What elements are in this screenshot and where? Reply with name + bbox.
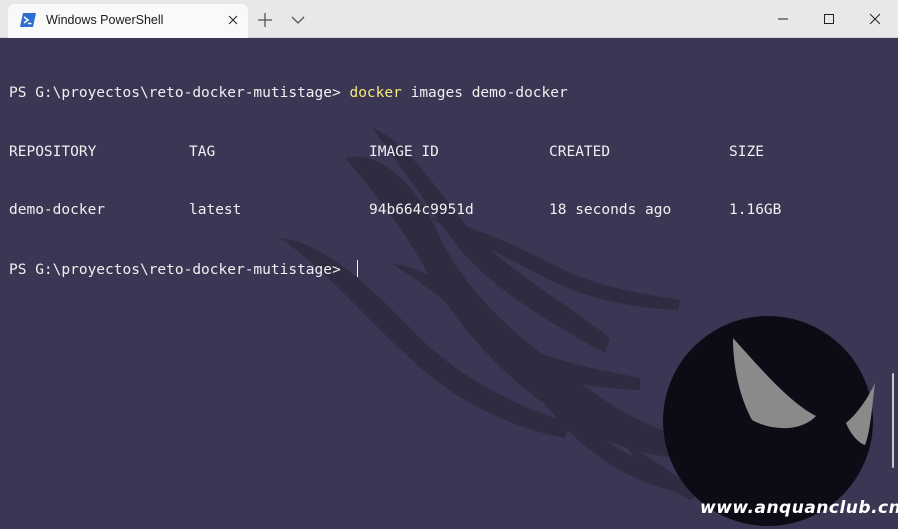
tab-close-icon[interactable] xyxy=(226,13,240,27)
command-args: images demo-docker xyxy=(401,85,568,101)
scrollbar[interactable] xyxy=(892,373,894,468)
minimize-button[interactable] xyxy=(760,0,806,38)
table-row: demo-docker latest 94b664c9951d 18 secon… xyxy=(9,201,781,221)
prompt: PS G:\proyectos\reto-docker-mutistage> xyxy=(9,85,350,101)
cell-created: 18 seconds ago xyxy=(549,202,672,218)
terminal-area[interactable]: PS G:\proyectos\reto-docker-mutistage> d… xyxy=(0,38,898,529)
tab-title: Windows PowerShell xyxy=(46,13,164,27)
header-tag: TAG xyxy=(189,143,216,160)
cell-size: 1.16GB xyxy=(729,202,782,218)
powershell-icon xyxy=(20,13,36,27)
minimize-icon xyxy=(778,18,788,20)
terminal-output: PS G:\proyectos\reto-docker-mutistage> d… xyxy=(9,45,781,318)
close-icon xyxy=(869,13,881,25)
cell-repository: demo-docker xyxy=(9,202,106,218)
text-cursor xyxy=(357,259,359,277)
close-button[interactable] xyxy=(852,0,898,38)
cell-tag: latest xyxy=(189,202,242,218)
cell-image-id: 94b664c9951d xyxy=(369,202,474,218)
command-line: PS G:\proyectos\reto-docker-mutistage> d… xyxy=(9,84,568,104)
watermark: www.anquanclub.cn xyxy=(700,498,898,518)
prompt-line[interactable]: PS G:\proyectos\reto-docker-mutistage> xyxy=(9,259,568,280)
title-bar: Windows PowerShell xyxy=(0,0,898,38)
header-repository: REPOSITORY xyxy=(9,143,97,160)
header-created: CREATED xyxy=(549,143,611,160)
tab-windows-powershell[interactable]: Windows PowerShell xyxy=(8,4,248,38)
header-size: SIZE xyxy=(729,143,764,160)
header-image-id: IMAGE ID xyxy=(369,143,439,160)
maximize-icon xyxy=(824,14,834,24)
prompt: PS G:\proyectos\reto-docker-mutistage> xyxy=(9,261,350,278)
table-header-row: REPOSITORY TAG IMAGE ID CREATED SIZE xyxy=(9,143,764,163)
new-tab-plus-icon[interactable] xyxy=(257,12,273,28)
command-keyword: docker xyxy=(349,85,402,101)
chevron-down-icon[interactable] xyxy=(290,14,306,26)
maximize-button[interactable] xyxy=(806,0,852,38)
